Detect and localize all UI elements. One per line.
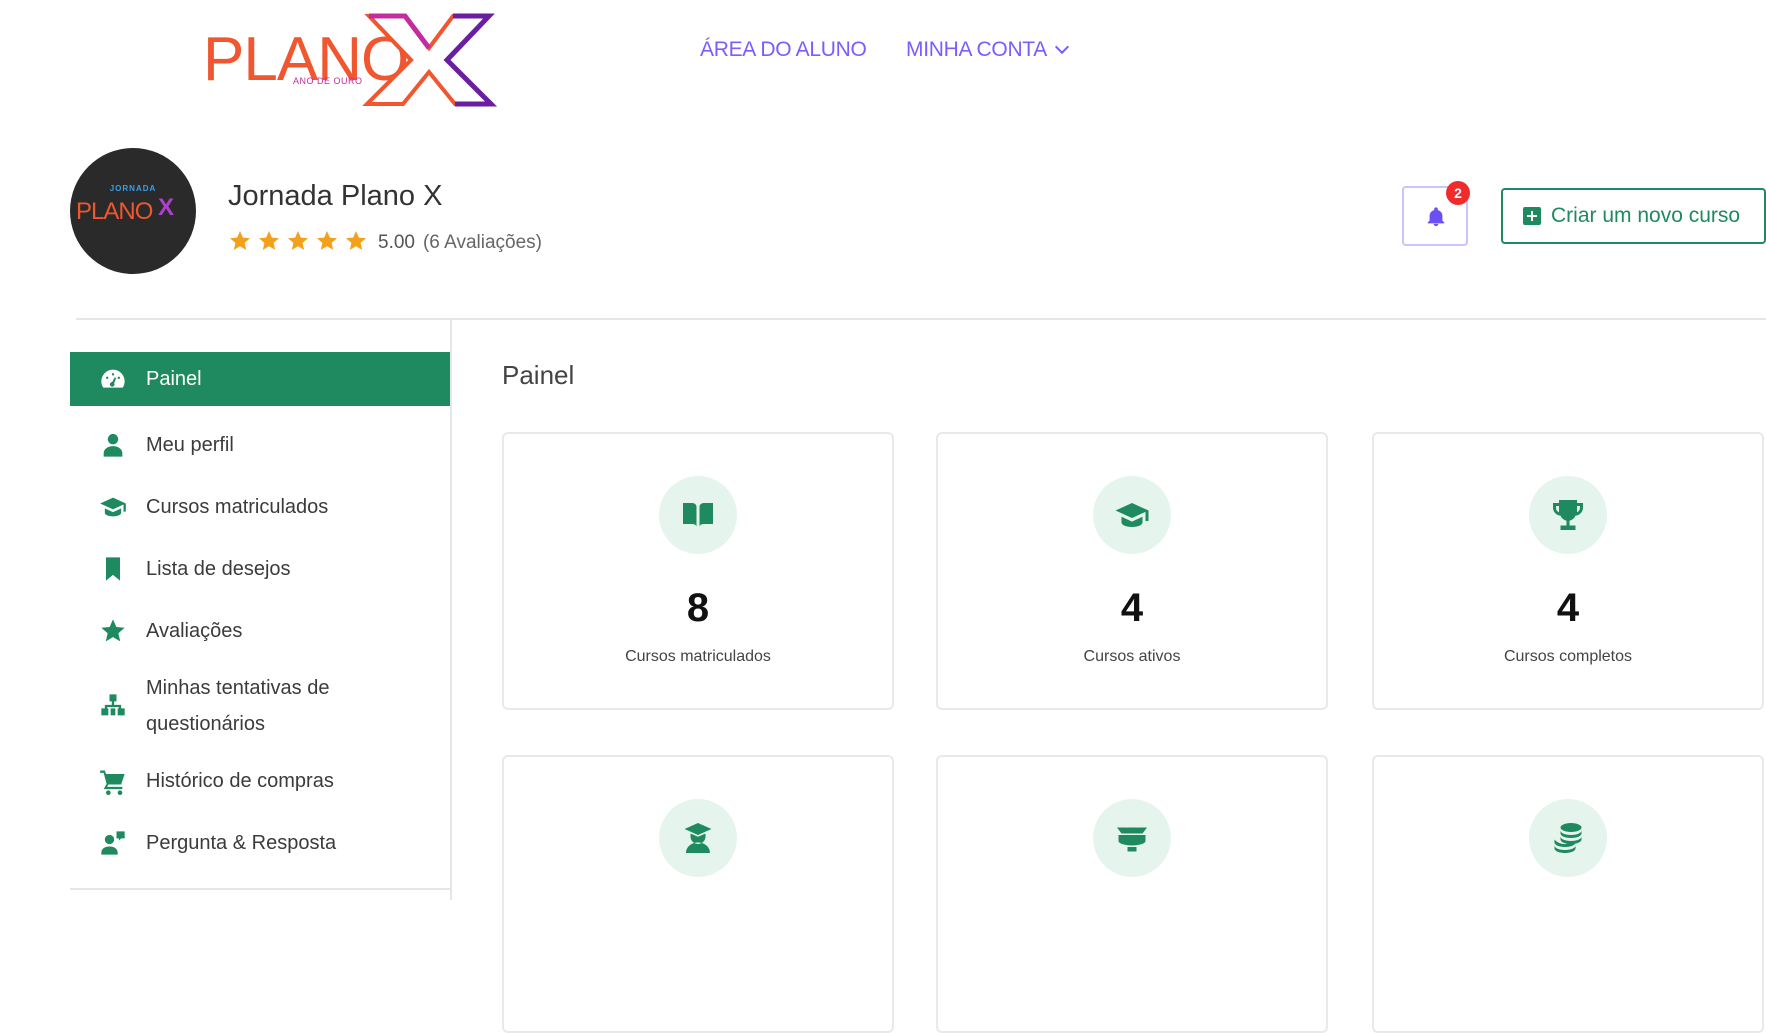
stat-value: 4	[1556, 586, 1580, 630]
book-open-icon	[659, 476, 737, 554]
sidebar-item-lista-de-desejos[interactable]: Lista de desejos	[70, 538, 450, 600]
sidebar-item-label: Minhas tentativas de questionários	[146, 677, 330, 735]
chevron-down-icon	[1054, 39, 1070, 55]
stat-label: Cursos completos	[1503, 648, 1633, 665]
site-logo[interactable]: PLANO ANO DE OURO	[203, 13, 503, 108]
graduation-cap-icon	[96, 490, 130, 524]
sidebar-item-historico-compras[interactable]: Histórico de compras	[70, 750, 450, 812]
stat-value: 4	[1120, 586, 1144, 630]
rating-summary: 5.00 (6 Avaliações)	[378, 232, 542, 254]
bell-icon	[1427, 207, 1445, 227]
sidebar-item-meu-perfil[interactable]: Meu perfil	[70, 414, 450, 476]
stat-label: Cursos ativos	[1083, 648, 1181, 665]
cart-icon	[96, 764, 130, 798]
sidebar-item-tentativas-questionarios[interactable]: Minhas tentativas de questionários	[70, 662, 450, 750]
sidebar-bottom-divider	[70, 888, 450, 890]
bookmark-icon	[96, 552, 130, 586]
star-icon	[230, 231, 250, 250]
avatar: JORNADA PLANO X	[70, 148, 196, 274]
sidebar-item-label: Lista de desejos	[146, 557, 291, 580]
rating-value: 5.00	[378, 232, 415, 253]
student-icon	[659, 799, 737, 877]
sidebar-item-label: Pergunta & Resposta	[146, 831, 337, 854]
star-icon	[96, 614, 130, 648]
nav-area-do-aluno-label: ÁREA DO ALUNO	[700, 38, 867, 61]
profile-name: Jornada Plano X	[228, 180, 443, 212]
sidebar-item-label: Avaliações	[146, 619, 243, 642]
nav-minha-conta-label: MINHA CONTA	[906, 38, 1047, 61]
logo-tagline: ANO DE OURO	[293, 76, 363, 86]
nav-minha-conta[interactable]: MINHA CONTA	[906, 38, 1070, 62]
quiz-icon	[96, 689, 130, 723]
sidebar-item-label: Histórico de compras	[146, 769, 334, 792]
star-icon	[259, 231, 279, 250]
trophy-icon	[1529, 476, 1607, 554]
stat-card-completed: 4 Cursos completos	[1372, 432, 1764, 710]
stat-value: 8	[686, 586, 710, 630]
stat-card-enrolled: 8 Cursos matriculados	[502, 432, 894, 710]
sidebar-divider	[450, 320, 452, 900]
sidebar-item-pergunta-resposta[interactable]: Pergunta & Resposta	[70, 812, 450, 874]
sidebar-item-label: Meu perfil	[146, 433, 234, 456]
stat-card-groups	[936, 755, 1328, 1033]
sidebar-nav: Painel Meu perfil Cursos matriculados Li…	[70, 352, 450, 874]
students-icon	[1093, 799, 1171, 877]
sidebar-item-label: Cursos matriculados	[146, 495, 329, 518]
create-course-label: Criar um novo curso	[1551, 204, 1741, 227]
nav-area-do-aluno[interactable]: ÁREA DO ALUNO	[700, 38, 867, 62]
create-course-button[interactable]: Criar um novo curso	[1501, 188, 1766, 244]
star-icon	[346, 231, 366, 250]
page-title: Painel	[502, 360, 575, 390]
sidebar-item-painel[interactable]: Painel	[70, 352, 450, 406]
sidebar-item-cursos-matriculados[interactable]: Cursos matriculados	[70, 476, 450, 538]
notification-badge: 2	[1446, 181, 1470, 205]
stat-label: Cursos matriculados	[625, 648, 771, 665]
plus-square-icon	[1523, 207, 1541, 225]
rating-count: (6 Avaliações)	[422, 232, 542, 253]
notifications-button[interactable]: 2	[1402, 181, 1470, 246]
stat-card-active: 4 Cursos ativos	[936, 432, 1328, 710]
sidebar-item-avaliacoes[interactable]: Avaliações	[70, 600, 450, 662]
sidebar-item-label: Painel	[146, 367, 202, 390]
stat-card-earnings	[1372, 755, 1764, 1033]
user-icon	[96, 428, 130, 462]
section-divider	[76, 318, 1766, 320]
coins-icon	[1529, 799, 1607, 877]
avatar-mark: X	[158, 194, 175, 221]
logo-x-mark	[362, 13, 498, 107]
stat-card-students	[502, 755, 894, 1033]
rating-stars	[228, 229, 368, 253]
star-icon	[317, 231, 337, 250]
avatar-top-text: JORNADA	[109, 184, 157, 193]
star-icon	[288, 231, 308, 250]
avatar-main-text: PLANO	[76, 198, 153, 225]
graduation-cap-icon	[1093, 476, 1171, 554]
qa-icon	[96, 826, 130, 860]
dashboard-icon	[96, 362, 130, 396]
